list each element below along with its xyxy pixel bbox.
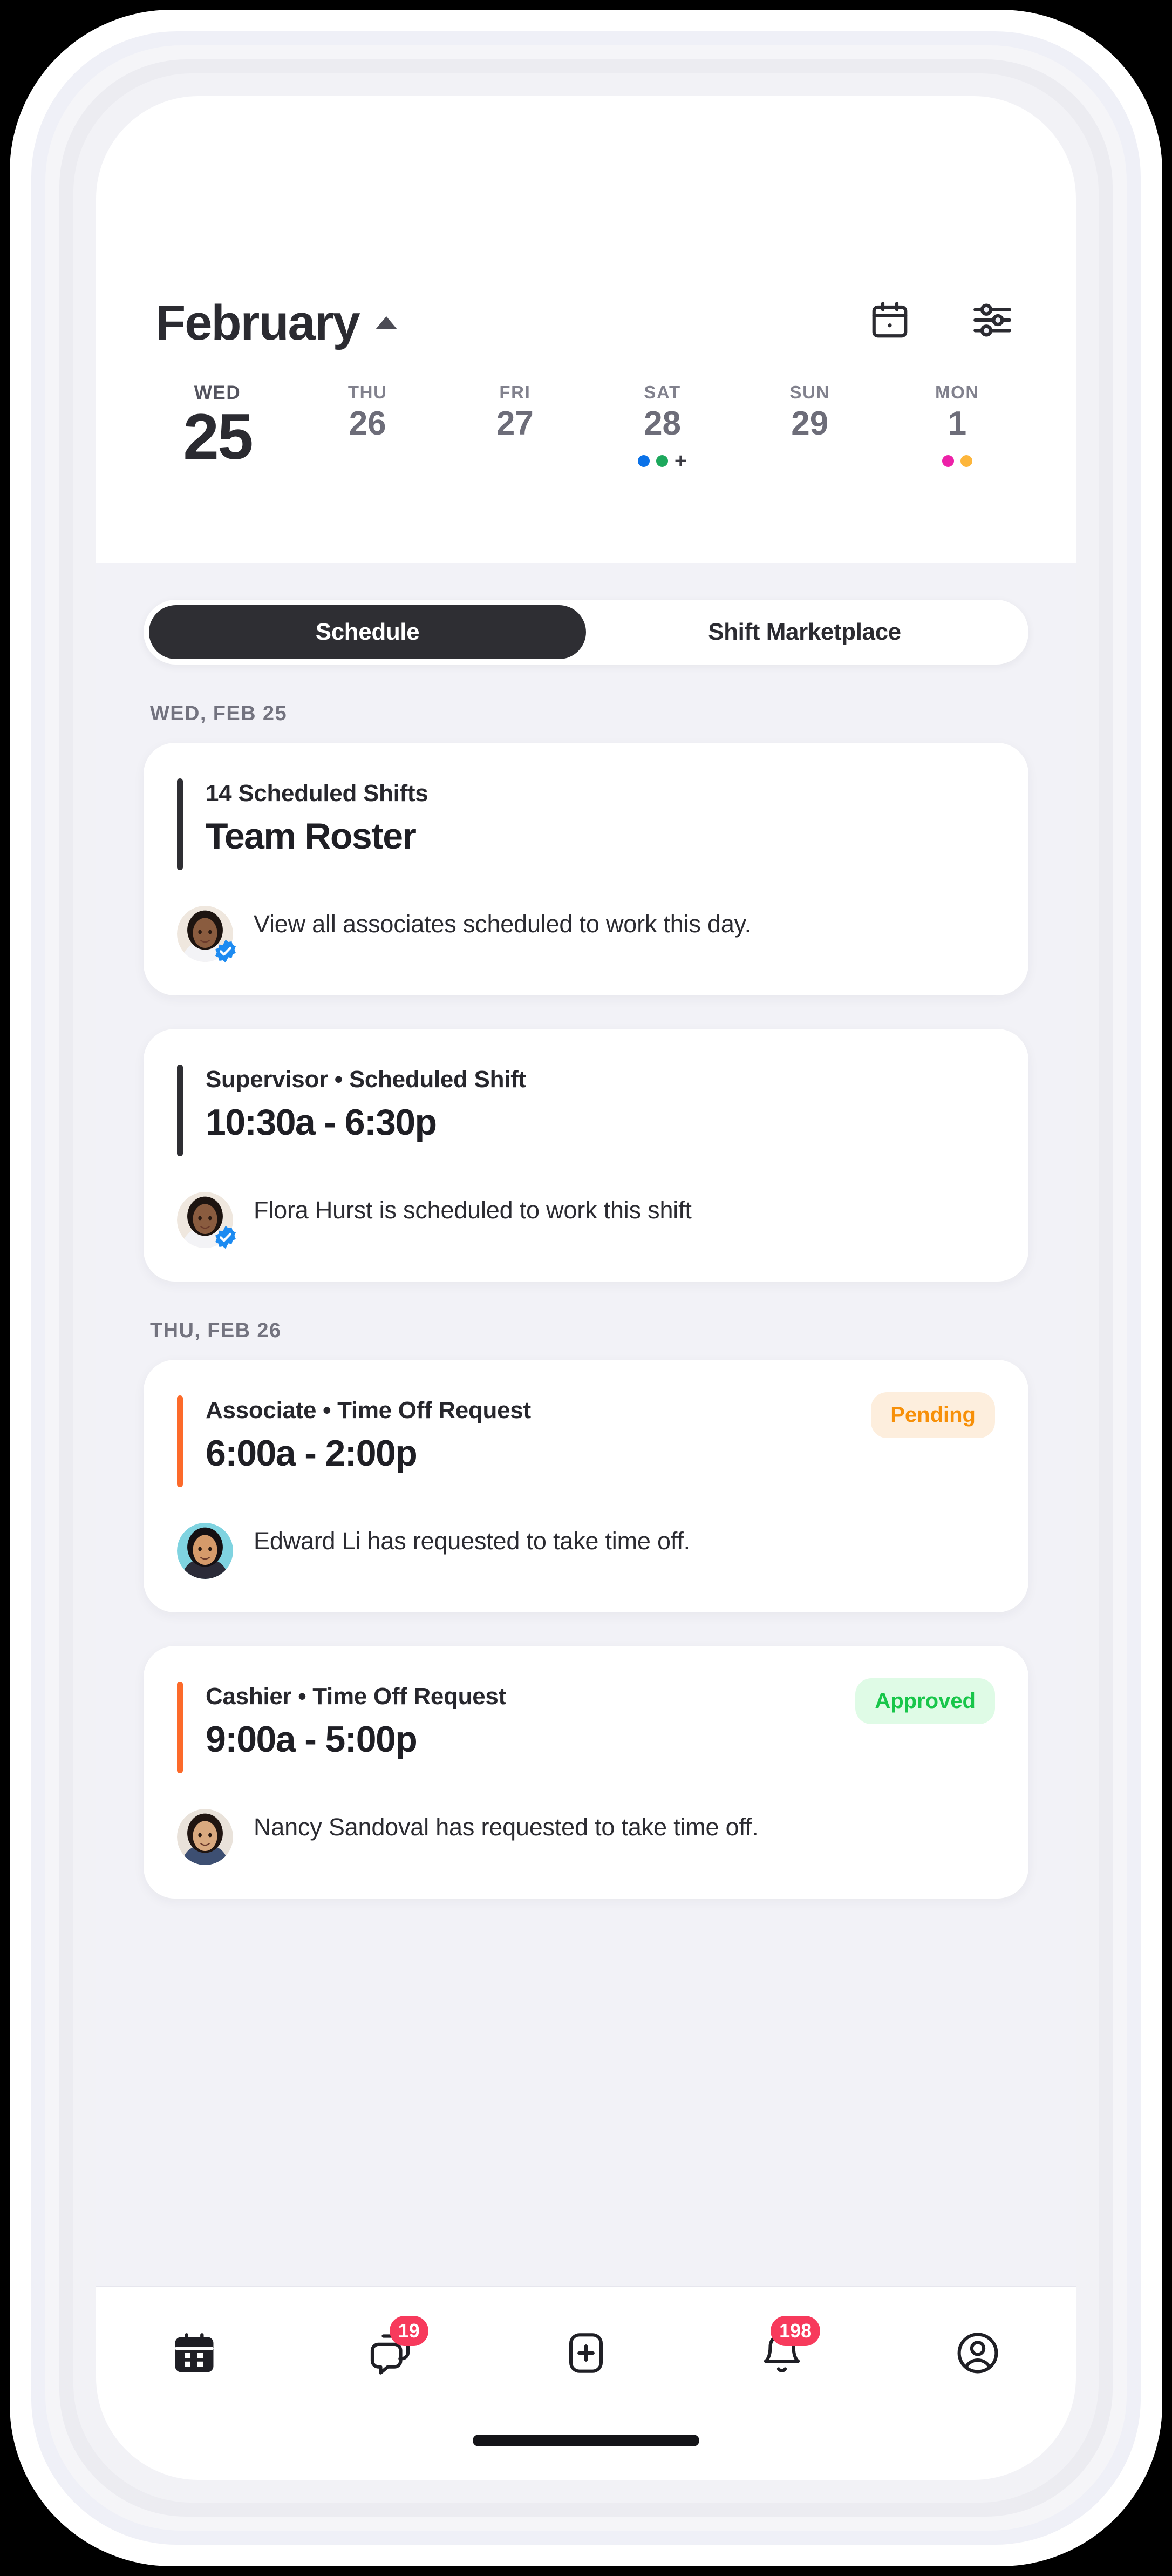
section-date-header: THU, FEB 26 (150, 1319, 282, 1342)
date-cell-daynumber: 27 (496, 405, 534, 442)
home-indicator (473, 2435, 699, 2446)
schedule-card[interactable]: Cashier • Time Off Request 9:00a - 5:00p A… (144, 1646, 1028, 1899)
nav-bell-button[interactable]: 198 (741, 2316, 822, 2384)
card-description: Nancy Sandoval has requested to take tim… (254, 1813, 759, 1841)
plus-square-icon (563, 2330, 609, 2379)
section-date-header: WED, FEB 25 (150, 702, 287, 725)
date-cell-daynumber: 29 (791, 405, 829, 442)
date-strip[interactable]: WED 25 THU 26 FRI 27 SAT 28 + SUN 29 MON 1 (96, 350, 1076, 496)
nav-calendar-button[interactable] (154, 2324, 235, 2384)
page-title: February (155, 295, 360, 350)
avatar (177, 1192, 236, 1249)
event-dot (656, 455, 668, 467)
date-cell-weekday: THU (347, 382, 387, 402)
card-title: 6:00a - 2:00p (206, 1433, 418, 1474)
tab-shift-marketplace[interactable]: Shift Marketplace (586, 605, 1023, 659)
date-cell-wed-25[interactable]: WED 25 (147, 382, 288, 496)
card-title: 10:30a - 6:30p (206, 1102, 437, 1143)
caret-up-icon[interactable] (375, 316, 397, 329)
card-description: Flora Hurst is scheduled to work this sh… (254, 1196, 692, 1224)
card-accent-bar (177, 1682, 183, 1773)
verified-badge-icon (213, 1224, 239, 1250)
date-cell-event-dots: + (637, 449, 687, 473)
date-cell-fri-27[interactable]: FRI 27 (447, 382, 582, 470)
nav-plus-square-button[interactable] (546, 2324, 626, 2384)
schedule-card[interactable]: Associate • Time Off Request 6:00a - 2:00… (144, 1360, 1028, 1612)
card-description: Edward Li has requested to take time off… (254, 1527, 690, 1555)
notification-count-badge: 198 (771, 2316, 821, 2346)
nancy-sandoval-avatar (177, 1809, 233, 1865)
calendar-icon[interactable] (866, 296, 914, 344)
status-badge: Pending (871, 1392, 995, 1438)
card-accent-bar (177, 778, 183, 870)
tab-bar-wrap: Schedule Shift Marketplace (96, 563, 1076, 665)
month-selector[interactable]: February (155, 298, 397, 348)
card-subtitle: Associate • Time Off Request (206, 1397, 531, 1423)
date-cell-weekday: SAT (644, 382, 681, 402)
schedule-card[interactable]: Supervisor • Scheduled Shift 10:30a - 6:3… (144, 1029, 1028, 1282)
event-dot (637, 455, 650, 467)
date-cell-mon-1[interactable]: MON 1 (890, 382, 1025, 470)
sliders-filter-icon[interactable] (968, 296, 1017, 344)
more-events-plus-icon: + (674, 449, 687, 473)
card-title: 9:00a - 5:00p (206, 1719, 418, 1760)
nav-chat-bubbles-button[interactable]: 19 (350, 2316, 431, 2384)
schedule-card[interactable]: 14 Scheduled Shifts Team Roster View all … (144, 743, 1028, 995)
phone-frame: February WED 25 THU 26 FRI 27 SAT 28 + S… (0, 0, 1172, 2576)
date-cell-daynumber: 26 (349, 405, 386, 442)
date-cell-daynumber: 1 (948, 405, 967, 442)
schedule-list: WED, FEB 25 14 Scheduled Shifts Team Roste… (96, 702, 1076, 1899)
event-dot (960, 455, 972, 467)
date-cell-sat-28[interactable]: SAT 28 + (595, 382, 730, 473)
edward-li-avatar (177, 1523, 233, 1579)
status-badge: Approved (855, 1678, 995, 1724)
card-title: Team Roster (206, 816, 417, 857)
date-cell-weekday: FRI (499, 382, 531, 402)
date-cell-daynumber: 28 (644, 405, 682, 442)
profile-circle-icon (955, 2330, 1001, 2379)
tab-schedule[interactable]: Schedule (149, 605, 586, 659)
calendar-icon (171, 2330, 217, 2379)
notification-count-badge: 19 (389, 2316, 428, 2346)
card-accent-bar (177, 1395, 183, 1487)
card-subtitle: Cashier • Time Off Request (206, 1683, 506, 1710)
app-screen: February WED 25 THU 26 FRI 27 SAT 28 + S… (96, 96, 1076, 2480)
nav-profile-circle-button[interactable] (937, 2324, 1018, 2384)
date-cell-thu-26[interactable]: THU 26 (300, 382, 435, 470)
date-cell-weekday: SUN (789, 382, 830, 402)
avatar (177, 1523, 233, 1579)
event-dot (942, 455, 954, 467)
date-cell-event-dots (942, 452, 972, 470)
verified-badge-icon (213, 938, 239, 964)
card-subtitle: 14 Scheduled Shifts (206, 780, 428, 806)
date-cell-sun-29[interactable]: SUN 29 (742, 382, 877, 470)
avatar (177, 1809, 233, 1865)
app-header: February WED 25 THU 26 FRI 27 SAT 28 + S… (96, 96, 1076, 563)
bottom-navigation[interactable]: 19 198 (96, 2286, 1076, 2480)
avatar (177, 906, 236, 963)
date-cell-daynumber: 25 (183, 401, 253, 473)
card-subtitle: Supervisor • Scheduled Shift (206, 1066, 526, 1093)
segmented-tabs[interactable]: Schedule Shift Marketplace (144, 600, 1028, 665)
date-cell-weekday: MON (935, 382, 979, 402)
card-accent-bar (177, 1065, 183, 1156)
card-description: View all associates scheduled to work th… (254, 910, 751, 938)
